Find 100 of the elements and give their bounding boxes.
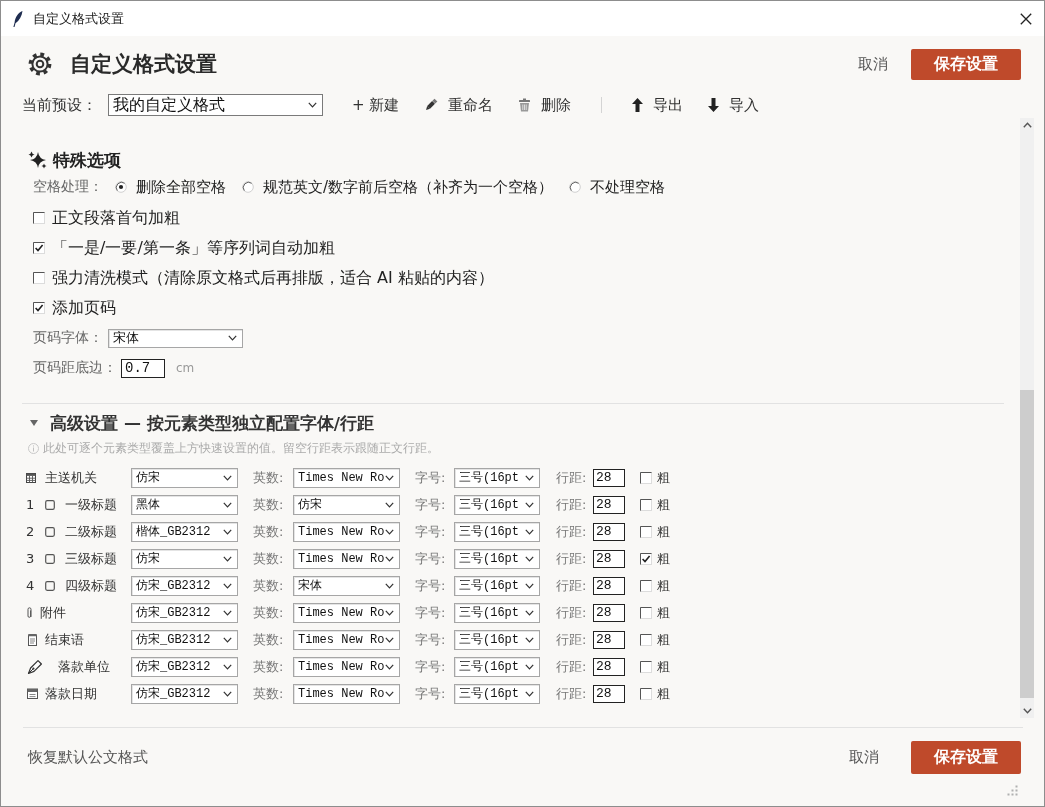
document-icon <box>28 633 37 646</box>
latin-font-dropdown[interactable]: Times New Ro <box>293 467 400 488</box>
bold-checkbox[interactable]: 粗 <box>640 684 670 703</box>
save-button[interactable]: 保存设置 <box>911 48 1021 80</box>
cancel-button[interactable]: 取消 <box>858 50 888 78</box>
radio-button[interactable]: 规范英文/数字前后空格（补齐为一个空格） <box>242 177 554 197</box>
latin-font-label: 英数: <box>252 549 285 568</box>
font-dropdown[interactable]: 黑体 <box>131 494 238 515</box>
radio-button[interactable]: 删除全部空格 <box>115 177 226 197</box>
line-spacing-input[interactable]: 28 <box>593 468 625 487</box>
latin-font-label: 英数: <box>252 576 285 595</box>
font-dropdown[interactable]: 仿宋_GB2312 <box>131 629 238 650</box>
scrollbar[interactable] <box>1020 118 1034 718</box>
line-spacing-label: 行距: <box>555 576 588 595</box>
bold-checkbox[interactable]: 粗 <box>640 495 670 514</box>
font-size-label: 字号: <box>414 630 447 649</box>
latin-font-dropdown[interactable]: Times New Ro <box>293 656 400 677</box>
save-button[interactable]: 保存设置 <box>911 741 1021 774</box>
font-dropdown[interactable]: 仿宋_GB2312 <box>131 683 238 704</box>
font-size-dropdown[interactable]: 三号(16pt <box>454 467 540 488</box>
pencil-icon <box>424 98 439 112</box>
chevron-icon <box>385 609 394 616</box>
font-dropdown[interactable]: 仿宋_GB2312 <box>131 602 238 623</box>
scroll-down-icon[interactable] <box>1022 708 1032 714</box>
chevron-icon <box>525 636 534 643</box>
chevron-icon <box>385 663 394 670</box>
page-margin-input[interactable]: 0.7 <box>121 358 165 378</box>
checkbox[interactable]: 添加页码 <box>33 297 116 319</box>
bold-checkbox[interactable]: 粗 <box>640 630 670 649</box>
page-font-dropdown[interactable]: 宋体 <box>108 328 243 348</box>
close-icon <box>1020 12 1032 25</box>
bold-checkbox[interactable]: 粗 <box>640 576 670 595</box>
gear-icon <box>28 52 52 76</box>
latin-font-dropdown[interactable]: Times New Ro <box>293 548 400 569</box>
chevron-icon <box>385 582 394 589</box>
font-dropdown[interactable]: 仿宋 <box>131 548 238 569</box>
new-button[interactable]: + 新建 <box>342 93 410 117</box>
calendar-icon <box>27 688 38 699</box>
line-spacing-label: 行距: <box>555 549 588 568</box>
latin-font-label: 英数: <box>252 684 285 703</box>
chevron-icon <box>223 474 232 481</box>
chevron-icon <box>223 501 232 508</box>
line-spacing-input[interactable]: 28 <box>593 603 625 622</box>
delete-button[interactable]: 删除 <box>508 93 582 117</box>
font-size-dropdown[interactable]: 三号(16pt <box>454 575 540 596</box>
bold-checkbox[interactable]: 粗 <box>640 657 670 676</box>
font-size-dropdown[interactable]: 三号(16pt <box>454 656 540 677</box>
line-spacing-input[interactable]: 28 <box>593 684 625 703</box>
bold-checkbox[interactable]: 粗 <box>640 549 670 568</box>
latin-font-dropdown[interactable]: Times New Ro <box>293 521 400 542</box>
radio-button[interactable]: 不处理空格 <box>569 177 666 197</box>
square-icon <box>45 553 55 564</box>
scrollbar-thumb[interactable] <box>1020 390 1034 698</box>
font-size-dropdown[interactable]: 三号(16pt <box>454 602 540 623</box>
bold-checkbox[interactable]: 粗 <box>640 522 670 541</box>
latin-font-dropdown[interactable]: 仿宋 <box>293 494 400 515</box>
chevron-icon <box>385 690 394 697</box>
chevron-icon <box>525 663 534 670</box>
bold-checkbox[interactable]: 粗 <box>640 603 670 622</box>
square-icon <box>45 499 55 510</box>
feather-icon <box>13 10 23 27</box>
font-size-dropdown[interactable]: 三号(16pt <box>454 629 540 650</box>
latin-font-dropdown[interactable]: Times New Ro <box>293 683 400 704</box>
sparkles-icon <box>28 151 47 169</box>
latin-font-dropdown[interactable]: Times New Ro <box>293 602 400 623</box>
checkbox[interactable]: 强力清洗模式（清除原文格式后再排版，适合 AI 粘贴的内容） <box>33 267 494 289</box>
latin-font-label: 英数: <box>252 522 285 541</box>
latin-font-dropdown[interactable]: Times New Ro <box>293 629 400 650</box>
scroll-up-icon[interactable] <box>1022 122 1032 128</box>
font-dropdown[interactable]: 仿宋_GB2312 <box>131 656 238 677</box>
checkbox[interactable]: 「一是/一要/第一条」等序列词自动加粗 <box>33 237 335 259</box>
latin-font-dropdown[interactable]: 宋体 <box>293 575 400 596</box>
import-button[interactable]: 导入 <box>698 93 770 117</box>
chevron-icon <box>385 636 394 643</box>
line-spacing-input[interactable]: 28 <box>593 522 625 541</box>
font-dropdown[interactable]: 仿宋_GB2312 <box>131 575 238 596</box>
down-arrow-icon <box>708 98 720 112</box>
preset-dropdown[interactable]: 我的自定义格式 <box>108 94 323 116</box>
font-dropdown[interactable]: 楷体_GB2312 <box>131 521 238 542</box>
line-spacing-label: 行距: <box>555 603 588 622</box>
line-spacing-input[interactable]: 28 <box>593 576 625 595</box>
checkbox[interactable]: 正文段落首句加粗 <box>33 207 180 229</box>
font-size-dropdown[interactable]: 三号(16pt <box>454 548 540 569</box>
font-size-dropdown[interactable]: 三号(16pt <box>454 683 540 704</box>
line-spacing-input[interactable]: 28 <box>593 630 625 649</box>
element-label: 附件 <box>40 603 66 622</box>
bold-checkbox[interactable]: 粗 <box>640 468 670 487</box>
font-size-dropdown[interactable]: 三号(16pt <box>454 521 540 542</box>
export-button[interactable]: 导出 <box>622 93 694 117</box>
resize-grip-icon[interactable] <box>1007 785 1018 796</box>
line-spacing-input[interactable]: 28 <box>593 495 625 514</box>
cancel-button[interactable]: 取消 <box>849 744 879 771</box>
font-size-dropdown[interactable]: 三号(16pt <box>454 494 540 515</box>
rename-button[interactable]: 重命名 <box>414 93 504 117</box>
latin-font-label: 英数: <box>252 603 285 622</box>
caret-icon[interactable] <box>30 420 38 426</box>
line-spacing-input[interactable]: 28 <box>593 549 625 568</box>
line-spacing-input[interactable]: 28 <box>593 657 625 676</box>
reset-button[interactable]: 恢复默认公文格式 <box>28 744 148 771</box>
font-dropdown[interactable]: 仿宋 <box>131 467 238 488</box>
